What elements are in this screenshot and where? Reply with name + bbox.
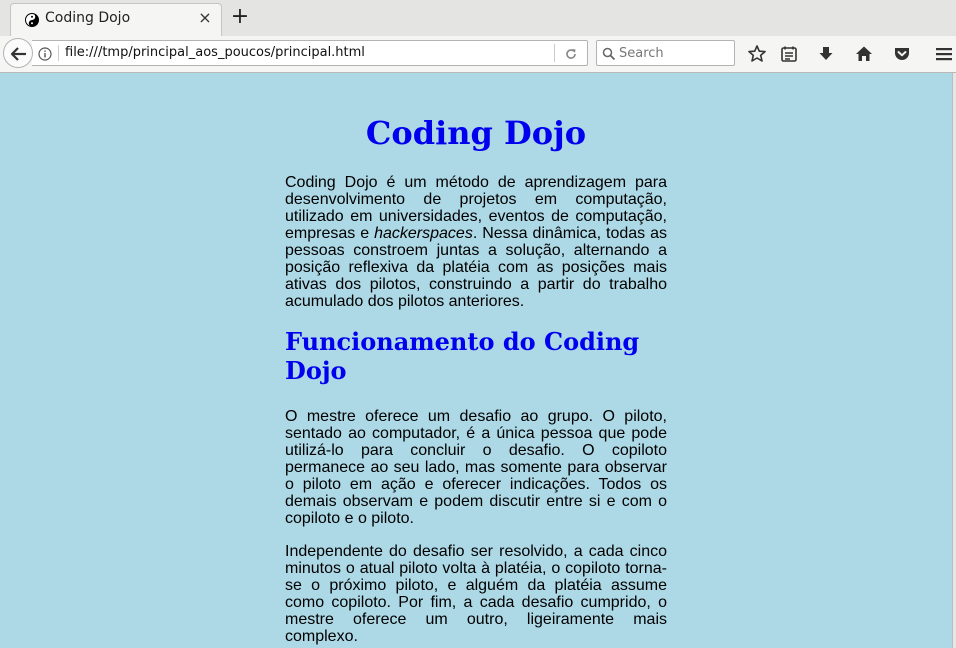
intro-paragraph: Coding Dojo é um método de aprendizagem … bbox=[285, 174, 667, 310]
reading-list-icon[interactable] bbox=[779, 44, 799, 64]
paragraph-2: Independente do desafio ser resolvido, a… bbox=[285, 543, 667, 645]
url-bar[interactable]: file:///tmp/principal_aos_poucos/princip… bbox=[32, 40, 588, 66]
download-icon[interactable] bbox=[816, 44, 836, 64]
scrollbar-edge[interactable] bbox=[952, 73, 956, 648]
new-tab-button[interactable]: + bbox=[230, 5, 250, 29]
page-viewport: Coding Dojo Coding Dojo é um método de a… bbox=[0, 73, 952, 648]
menu-icon[interactable] bbox=[934, 44, 954, 64]
close-tab-icon[interactable]: × bbox=[197, 8, 213, 27]
url-text[interactable]: file:///tmp/principal_aos_poucos/princip… bbox=[65, 45, 365, 60]
page-title: Coding Dojo bbox=[365, 114, 587, 152]
back-arrow-icon bbox=[10, 47, 26, 61]
pocket-icon[interactable] bbox=[892, 44, 912, 64]
navigation-bar: file:///tmp/principal_aos_poucos/princip… bbox=[0, 36, 956, 73]
paragraph-1: O mestre oferece um desafio ao grupo. O … bbox=[285, 408, 667, 527]
url-divider bbox=[58, 45, 59, 61]
yin-yang-icon bbox=[25, 12, 39, 27]
tab-coding-dojo[interactable]: Coding Dojo × bbox=[10, 3, 222, 36]
reload-icon[interactable] bbox=[564, 46, 578, 65]
intro-emphasis: hackerspaces bbox=[374, 225, 473, 242]
back-button[interactable] bbox=[3, 38, 33, 68]
tab-title: Coding Dojo bbox=[45, 10, 131, 26]
reload-divider bbox=[554, 44, 555, 62]
info-icon[interactable] bbox=[38, 46, 52, 61]
tab-strip: Coding Dojo × + bbox=[0, 0, 956, 37]
search-bar[interactable] bbox=[596, 40, 735, 66]
search-icon bbox=[602, 46, 616, 65]
section-title: Funcionamento do Coding Dojo bbox=[285, 327, 640, 385]
search-input[interactable] bbox=[619, 44, 729, 62]
home-icon[interactable] bbox=[854, 44, 874, 64]
star-icon[interactable] bbox=[747, 44, 767, 64]
